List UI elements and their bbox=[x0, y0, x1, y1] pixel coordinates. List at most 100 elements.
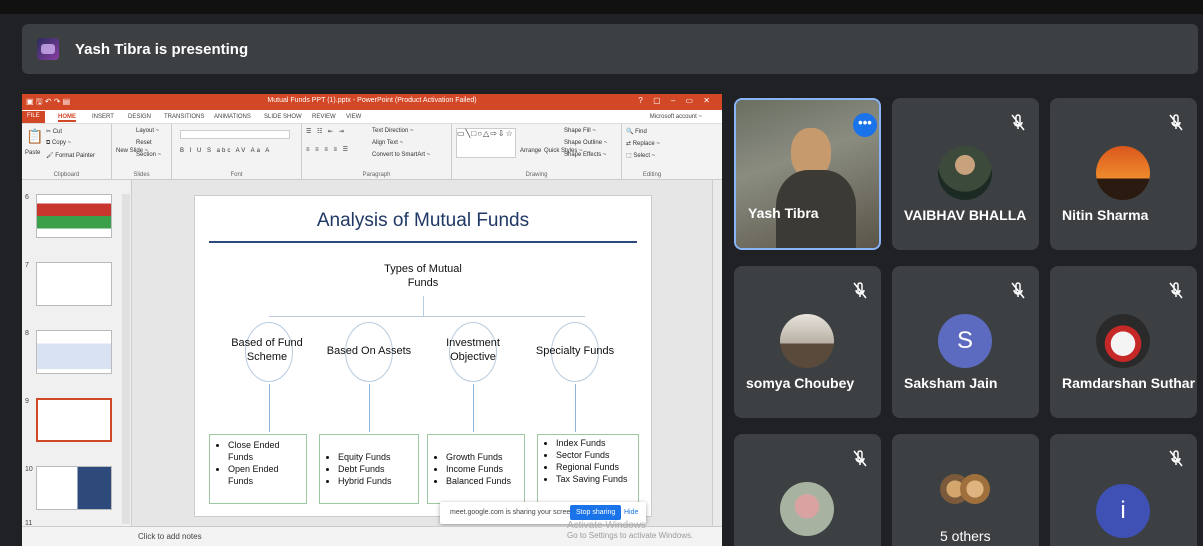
convert-smartart-button[interactable]: Convert to SmartArt ~ bbox=[372, 152, 430, 158]
ppt-window-title: Mutual Funds PPT (1).pptx - PowerPoint (… bbox=[267, 97, 477, 104]
tab-insert[interactable]: INSERT bbox=[92, 114, 114, 120]
participant-tile[interactable]: Nitin Sharma bbox=[1050, 98, 1197, 250]
others-count: 5 others bbox=[940, 528, 991, 544]
slide-thumbnail[interactable] bbox=[36, 262, 112, 306]
participant-photo bbox=[780, 482, 834, 536]
select-button[interactable]: ⬚ Select ~ bbox=[626, 152, 655, 159]
participant-tile-self[interactable]: ••• Yash Tibra bbox=[734, 98, 881, 250]
align-text-button[interactable]: Align Text ~ bbox=[372, 140, 403, 146]
participant-photo bbox=[938, 146, 992, 200]
editing-label: Editing bbox=[642, 172, 662, 178]
font-format-buttons[interactable]: B I U S abc AV Aa A bbox=[180, 148, 271, 154]
clipboard-label: Clipboard bbox=[53, 172, 80, 178]
participant-tile[interactable]: S Saksham Jain bbox=[892, 266, 1039, 418]
category-label: Investment Objective bbox=[446, 337, 500, 363]
tab-view[interactable]: VIEW bbox=[346, 114, 361, 120]
slide-thumbnail[interactable] bbox=[36, 194, 112, 238]
ribbon-tabs: FILE HOME INSERT DESIGN TRANSITIONS ANIM… bbox=[22, 110, 722, 124]
cut-button[interactable]: ✂ Cut bbox=[46, 128, 62, 135]
paste-button[interactable]: Paste bbox=[25, 150, 40, 156]
replace-button[interactable]: ⇄ Replace ~ bbox=[626, 140, 660, 147]
participant-name: somya Choubey bbox=[746, 375, 855, 391]
notes-placeholder[interactable]: Click to add notes bbox=[138, 532, 202, 541]
slide-thumbnail[interactable] bbox=[36, 466, 112, 510]
fund-item: Tax Saving Funds bbox=[556, 473, 634, 485]
connector-horizontal bbox=[269, 316, 585, 317]
participant-letter-avatar: S bbox=[938, 314, 992, 368]
layout-button[interactable]: Layout ~ bbox=[136, 128, 159, 134]
text-direction-button[interactable]: Text Direction ~ bbox=[372, 128, 414, 134]
mic-off-icon bbox=[1011, 114, 1025, 131]
font-label: Font bbox=[230, 172, 243, 178]
fund-item: Growth Funds bbox=[446, 451, 520, 463]
arrow-down bbox=[269, 384, 270, 432]
tab-design[interactable]: DESIGN bbox=[128, 114, 151, 120]
group-font: B I U S abc AV Aa A Font bbox=[172, 124, 302, 180]
tab-file[interactable]: FILE bbox=[22, 111, 45, 123]
fund-list-box: Close Ended Funds Open Ended Funds bbox=[209, 434, 307, 504]
thumb-number: 10 bbox=[25, 466, 33, 473]
drawing-label: Drawing bbox=[525, 172, 548, 178]
participant-name: VAIBHAV BHALLA bbox=[904, 207, 1027, 223]
fund-item: Close Ended Funds bbox=[228, 439, 302, 463]
list-buttons[interactable]: ☰ ☷ ⇤ ⇥ bbox=[306, 128, 346, 135]
tab-home[interactable]: HOME bbox=[58, 114, 76, 122]
shape-outline-button[interactable]: Shape Outline ~ bbox=[564, 140, 607, 146]
shape-effects-button[interactable]: Shape Effects ~ bbox=[564, 152, 606, 158]
mic-off-icon bbox=[1169, 450, 1183, 467]
presenter-avatar bbox=[37, 38, 59, 60]
participant-name: Nitin Sharma bbox=[1062, 207, 1149, 223]
tab-review[interactable]: REVIEW bbox=[312, 114, 336, 120]
participant-tile[interactable]: i bbox=[1050, 434, 1197, 546]
slide-scrollbar[interactable] bbox=[712, 180, 722, 526]
participant-tile[interactable]: somya Choubey bbox=[734, 266, 881, 418]
slide-thumbnail[interactable] bbox=[36, 330, 112, 374]
font-size-field[interactable] bbox=[180, 130, 290, 139]
ribbon: 📋 Paste ✂ Cut ⧉ Copy ~ 🖌 Format Painter … bbox=[22, 124, 722, 180]
arrow-down bbox=[369, 384, 370, 432]
sharing-message: meet.google.com is sharing your screen. bbox=[450, 509, 577, 516]
category-label: Specialty Funds bbox=[535, 345, 615, 357]
mic-off-icon bbox=[853, 282, 867, 299]
paragraph-label: Paragraph bbox=[362, 172, 391, 178]
shape-fill-button[interactable]: Shape Fill ~ bbox=[564, 128, 596, 134]
presenting-label: Yash Tibra is presenting bbox=[75, 40, 249, 58]
thumb-number: 7 bbox=[25, 262, 29, 269]
copy-button[interactable]: ⧉ Copy ~ bbox=[46, 140, 71, 147]
activate-windows-watermark: Activate Windows Go to Settings to activ… bbox=[567, 520, 693, 540]
thumbnail-scrollbar[interactable] bbox=[122, 194, 130, 524]
section-button[interactable]: Section ~ bbox=[136, 152, 161, 158]
slides-label: Slides bbox=[133, 172, 150, 178]
format-painter-button[interactable]: 🖌 Format Painter bbox=[46, 152, 95, 159]
participant-tile[interactable]: Ramdarshan Suthar bbox=[1050, 266, 1197, 418]
window-controls: ? ▢ – ▭ ✕ bbox=[638, 96, 714, 105]
shapes-gallery[interactable]: ▭╲□○△⇨⇩☆ bbox=[456, 128, 516, 158]
presenting-bar: Yash Tibra is presenting bbox=[22, 24, 1198, 74]
align-buttons[interactable]: ≡ ≡ ≡ ≡ ☰ bbox=[306, 146, 350, 153]
participant-tile[interactable] bbox=[734, 434, 881, 546]
participant-tile[interactable]: VAIBHAV BHALLA bbox=[892, 98, 1039, 250]
title-underline bbox=[209, 241, 637, 243]
slide-title: Analysis of Mutual Funds bbox=[316, 210, 530, 231]
category-label: Based On Assets bbox=[326, 345, 412, 357]
more-options-icon[interactable]: ••• bbox=[853, 113, 877, 137]
tab-transitions[interactable]: TRANSITIONS bbox=[164, 114, 204, 120]
participant-tile-others[interactable]: 5 others bbox=[892, 434, 1039, 546]
thumb-number: 9 bbox=[25, 398, 29, 405]
mic-off-icon bbox=[1011, 282, 1025, 299]
activate-line1: Activate Windows bbox=[567, 520, 646, 531]
slide-thumbnail-selected[interactable] bbox=[36, 398, 112, 442]
participant-photo bbox=[960, 474, 990, 504]
find-button[interactable]: 🔍 Find bbox=[626, 128, 647, 135]
tab-animations[interactable]: ANIMATIONS bbox=[214, 114, 251, 120]
reset-button[interactable]: Reset bbox=[136, 140, 152, 146]
account-label[interactable]: Microsoft account ~ bbox=[650, 114, 702, 120]
hide-button[interactable]: Hide bbox=[624, 509, 638, 516]
participant-name: Yash Tibra bbox=[748, 205, 819, 221]
arrange-button[interactable]: Arrange bbox=[520, 148, 541, 154]
category-label: Based of Fund Scheme bbox=[231, 337, 303, 363]
tab-slide-show[interactable]: SLIDE SHOW bbox=[264, 114, 302, 120]
connector-root bbox=[423, 296, 424, 316]
group-slides: New Slide ~ Layout ~ Reset Section ~ Sli… bbox=[112, 124, 172, 180]
stop-sharing-button[interactable]: Stop sharing bbox=[570, 505, 622, 520]
